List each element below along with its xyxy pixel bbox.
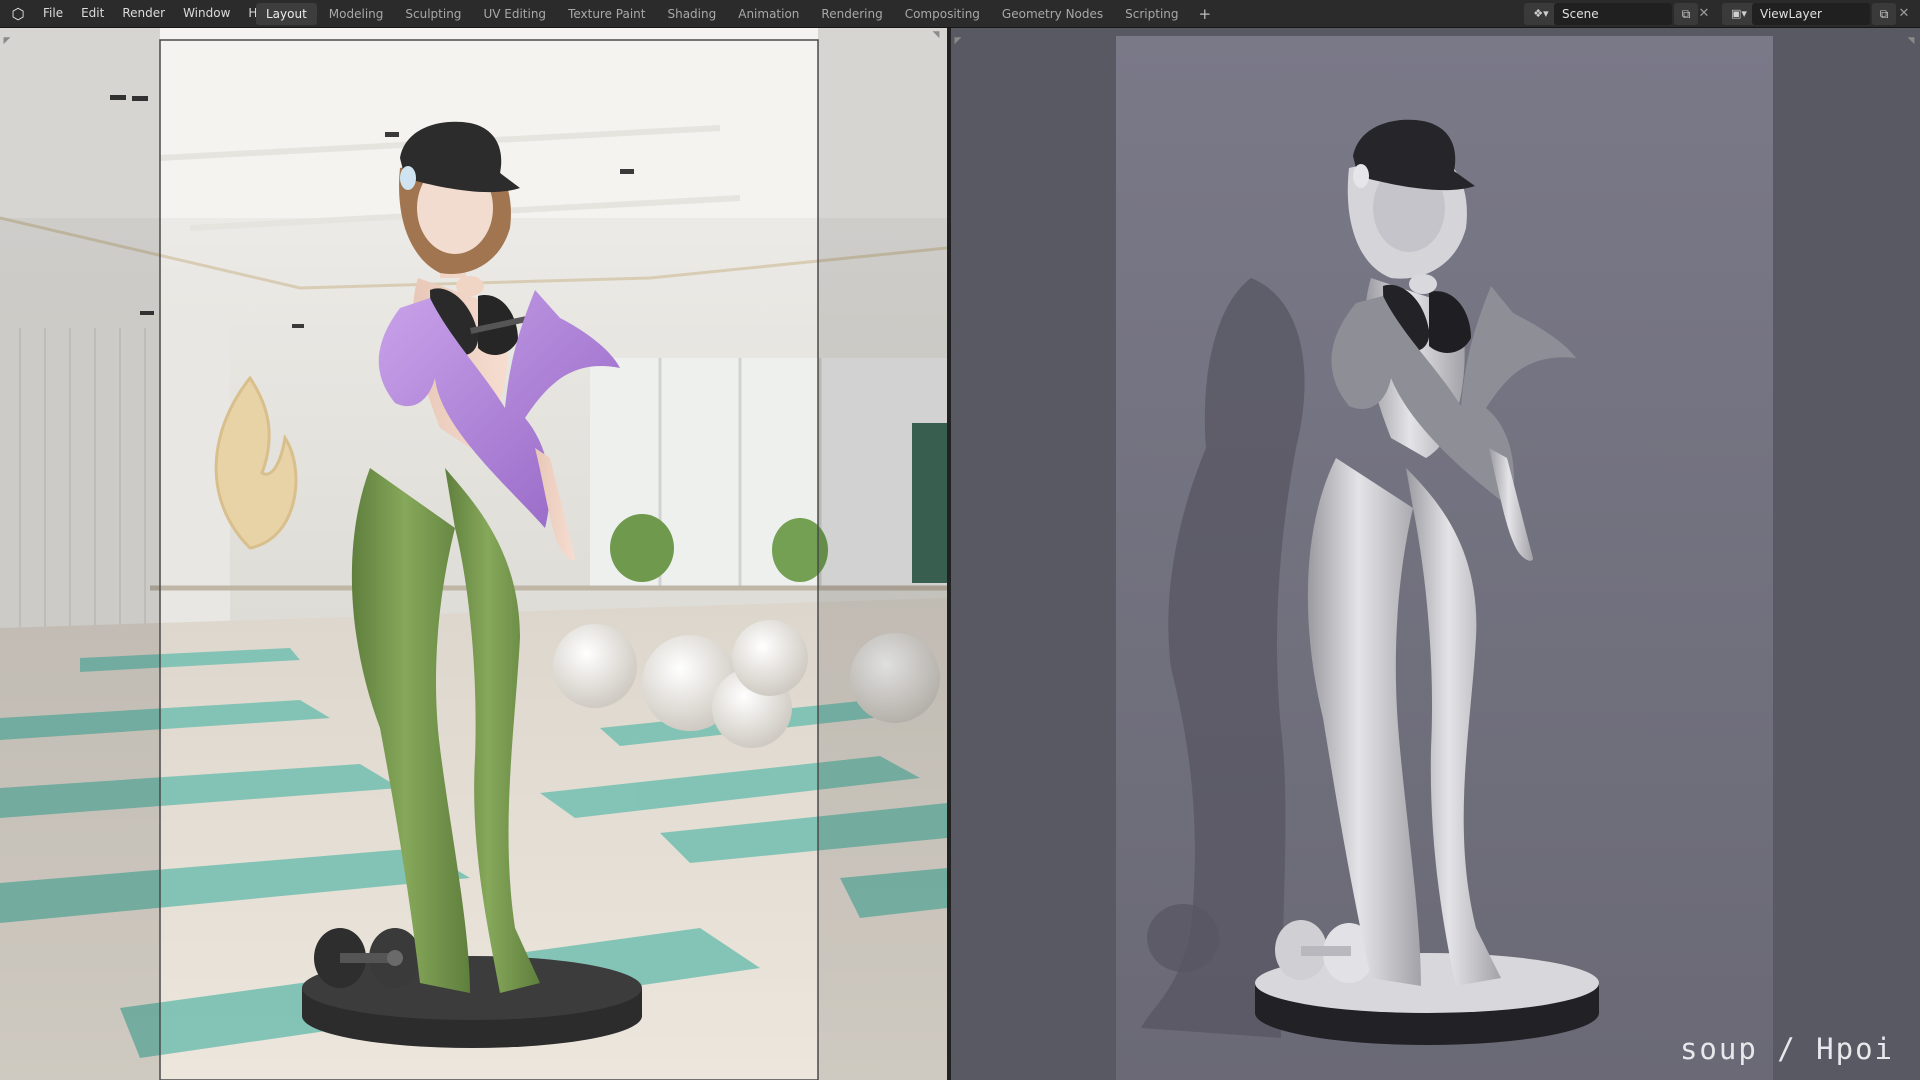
rendered-viewport[interactable]: ◤ ◥ — [0, 28, 947, 1080]
workspace-tabs: Layout Modeling Sculpting UV Editing Tex… — [256, 3, 1221, 25]
viewport-corner-icon[interactable]: ◥ — [1906, 36, 1916, 46]
tab-modeling[interactable]: Modeling — [319, 3, 394, 25]
tab-texture-paint[interactable]: Texture Paint — [558, 3, 655, 25]
scene-icon[interactable]: ❖▾ — [1524, 3, 1558, 25]
plus-icon[interactable]: + — [1191, 3, 1220, 25]
delete-view-layer-icon[interactable]: ✕ — [1894, 3, 1914, 25]
viewport-corner-icon[interactable]: ◤ — [953, 36, 963, 46]
view-layer-field[interactable]: ViewLayer — [1752, 3, 1870, 25]
watermark: soup / Hpoi — [1679, 1032, 1894, 1066]
tab-uv-editing[interactable]: UV Editing — [473, 3, 556, 25]
clay-scene — [951, 28, 1920, 1080]
topbar: ⬡ File Edit Render Window Help Layout Mo… — [0, 0, 1920, 28]
menu-render[interactable]: Render — [113, 0, 174, 28]
rendered-scene — [0, 28, 947, 1080]
tab-rendering[interactable]: Rendering — [811, 3, 892, 25]
menu-file[interactable]: File — [34, 0, 72, 28]
menu-edit[interactable]: Edit — [72, 0, 113, 28]
menu-window[interactable]: Window — [174, 0, 239, 28]
viewport-corner-icon[interactable]: ◤ — [2, 36, 12, 46]
tab-sculpting[interactable]: Sculpting — [395, 3, 471, 25]
tab-scripting[interactable]: Scripting — [1115, 3, 1188, 25]
delete-scene-icon[interactable]: ✕ — [1694, 3, 1714, 25]
tab-layout[interactable]: Layout — [256, 3, 317, 25]
blender-logo-icon[interactable]: ⬡ — [8, 4, 28, 24]
clay-viewport[interactable]: ◤ ◥ — [951, 28, 1920, 1080]
tab-compositing[interactable]: Compositing — [895, 3, 990, 25]
tab-shading[interactable]: Shading — [657, 3, 726, 25]
viewport-corner-icon[interactable]: ◥ — [931, 30, 941, 40]
render-layers-icon[interactable]: ▣▾ — [1722, 3, 1756, 25]
main-menu: File Edit Render Window Help — [34, 0, 285, 28]
tab-animation[interactable]: Animation — [728, 3, 809, 25]
scene-name-field[interactable]: Scene — [1554, 3, 1672, 25]
tab-geometry-nodes[interactable]: Geometry Nodes — [992, 3, 1113, 25]
new-view-layer-icon[interactable]: ⧉ — [1872, 3, 1896, 25]
